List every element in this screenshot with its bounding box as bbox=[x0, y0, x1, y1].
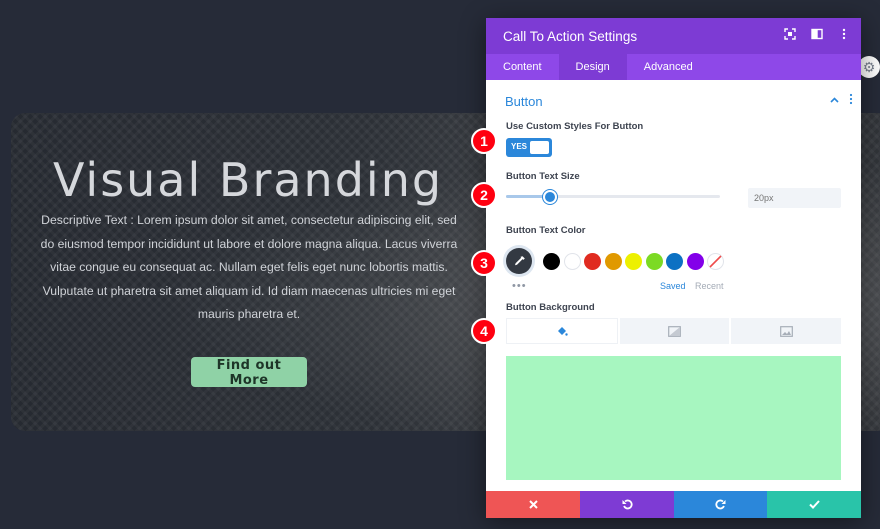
background-type-tabs bbox=[506, 318, 842, 344]
saved-colors-link[interactable]: Saved bbox=[660, 281, 686, 291]
toggle-value: YES bbox=[511, 142, 528, 151]
step-marker-2: 2 bbox=[471, 182, 497, 208]
step-marker-1: 1 bbox=[471, 128, 497, 154]
background-label: Button Background bbox=[506, 302, 595, 313]
tab-content[interactable]: Content bbox=[486, 54, 559, 80]
panel-title: Call To Action Settings bbox=[503, 29, 638, 44]
panel-footer bbox=[486, 491, 861, 518]
cancel-button[interactable] bbox=[486, 491, 580, 518]
step-marker-4: 4 bbox=[471, 318, 497, 344]
save-button[interactable] bbox=[767, 491, 861, 518]
color-swatch-blue[interactable] bbox=[666, 253, 683, 270]
text-size-label: Button Text Size bbox=[506, 171, 580, 182]
columns-icon[interactable] bbox=[810, 28, 824, 42]
color-swatch-yellow[interactable] bbox=[625, 253, 642, 270]
recent-colors-link[interactable]: Recent bbox=[695, 281, 724, 291]
paint-bucket-icon[interactable] bbox=[506, 318, 618, 344]
color-swatch-red[interactable] bbox=[584, 253, 601, 270]
panel-tabs: Content Design Advanced bbox=[486, 54, 861, 80]
check-icon bbox=[808, 500, 820, 509]
more-colors-icon[interactable]: ••• bbox=[512, 280, 527, 292]
redo-button[interactable] bbox=[674, 491, 767, 518]
undo-icon bbox=[622, 499, 633, 510]
text-size-input[interactable] bbox=[748, 188, 841, 208]
color-swatch-orange[interactable] bbox=[604, 253, 622, 270]
eyedropper-icon[interactable] bbox=[506, 248, 532, 274]
gradient-icon[interactable] bbox=[619, 318, 730, 344]
custom-styles-label: Use Custom Styles For Button bbox=[506, 121, 644, 132]
tab-advanced[interactable]: Advanced bbox=[627, 54, 710, 80]
background-color-preview[interactable] bbox=[506, 356, 841, 480]
chevron-up-icon[interactable] bbox=[830, 95, 839, 106]
section-title[interactable]: Button bbox=[505, 94, 543, 109]
step-marker-3: 3 bbox=[471, 250, 497, 276]
redo-icon bbox=[715, 499, 726, 510]
color-swatch-white[interactable] bbox=[563, 253, 581, 270]
settings-panel: Call To Action Settings Content Design A… bbox=[486, 18, 861, 518]
expand-icon[interactable] bbox=[783, 28, 797, 42]
panel-header: Call To Action Settings bbox=[486, 18, 861, 54]
close-icon bbox=[528, 500, 538, 509]
text-size-slider-handle[interactable] bbox=[542, 190, 557, 204]
custom-styles-toggle[interactable]: YES bbox=[506, 138, 552, 157]
find-out-more-button[interactable]: Find out More bbox=[191, 357, 307, 388]
color-swatch-green[interactable] bbox=[645, 253, 663, 270]
panel-body: Button Use Custom Styles For Button YES … bbox=[486, 80, 861, 485]
tab-design[interactable]: Design bbox=[558, 54, 627, 80]
more-vertical-icon[interactable] bbox=[837, 28, 851, 42]
toggle-knob bbox=[530, 141, 549, 154]
text-color-label: Button Text Color bbox=[506, 225, 586, 236]
text-size-slider-track[interactable] bbox=[506, 195, 720, 198]
hero-title: Visual Branding bbox=[52, 153, 444, 207]
settings-gear-icon[interactable]: ⚙ bbox=[858, 56, 880, 78]
color-swatch-black[interactable] bbox=[543, 253, 560, 270]
section-more-icon[interactable] bbox=[849, 93, 853, 108]
hero-description: Descriptive Text : Lorem ipsum dolor sit… bbox=[40, 213, 458, 321]
image-icon[interactable] bbox=[731, 318, 842, 344]
color-swatch-purple[interactable] bbox=[686, 253, 704, 270]
color-swatch-none[interactable] bbox=[707, 253, 724, 270]
undo-button[interactable] bbox=[580, 491, 674, 518]
